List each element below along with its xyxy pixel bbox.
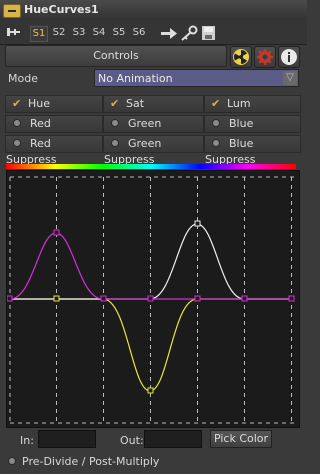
radio-icon [212, 139, 220, 147]
tab-controls[interactable]: Controls [5, 45, 227, 67]
sat-point[interactable] [147, 387, 154, 394]
hue-spectrum-bar [6, 164, 296, 169]
sat-checkbox[interactable]: ✔ Sat [103, 95, 204, 113]
in-label: In: [20, 434, 34, 447]
blue-label: Blue [229, 117, 254, 130]
mode-value: No Animation [98, 72, 173, 85]
slot-s5-button[interactable]: S5 [111, 26, 127, 40]
hue-point[interactable] [288, 295, 295, 302]
pin-icon[interactable] [6, 26, 22, 38]
dropdown-arrow-icon: ▽ [283, 71, 297, 85]
radio-icon [13, 139, 21, 147]
hue-point[interactable] [147, 295, 154, 302]
radio-icon [111, 139, 119, 147]
check-icon: ✔ [110, 97, 120, 110]
hue-label: Hue [28, 97, 51, 110]
lum-checkbox[interactable]: ✔ Lum [204, 95, 301, 113]
sat-label: Sat [126, 97, 145, 110]
red-radio[interactable]: Red [5, 115, 103, 133]
window-title: HueCurves1 [24, 3, 99, 16]
red-suppress-radio[interactable]: Red Suppress [5, 135, 103, 166]
hue-point[interactable] [100, 295, 107, 302]
curve-canvas[interactable] [6, 171, 299, 427]
slot-s4-button[interactable]: S4 [91, 26, 107, 40]
tool-enable-toggle[interactable] [3, 4, 21, 18]
check-icon: ✔ [12, 97, 22, 110]
radio-icon [8, 457, 16, 465]
out-field[interactable] [144, 430, 202, 448]
red-label: Red [30, 117, 51, 130]
sat-point[interactable] [53, 295, 60, 302]
mode-label: Mode [8, 72, 38, 85]
radio-icon [13, 119, 21, 127]
radio-icon [212, 119, 220, 127]
check-icon: ✔ [211, 97, 221, 110]
info-icon[interactable] [278, 46, 300, 68]
slot-s6-button[interactable]: S6 [131, 26, 147, 40]
gear-icon[interactable] [254, 46, 276, 68]
key-icon[interactable] [180, 25, 198, 41]
hue-checkbox[interactable]: ✔ Hue [5, 95, 103, 113]
in-field[interactable] [38, 430, 96, 448]
hue-point[interactable] [6, 295, 13, 302]
radio-icon [111, 119, 119, 127]
hue-point[interactable] [194, 295, 201, 302]
arrow-right-icon[interactable] [160, 25, 178, 41]
premultiply-label: Pre-Divide / Post-Multiply [22, 455, 160, 468]
mode-select[interactable]: No Animation ▽ [94, 69, 299, 87]
curve-editor[interactable] [6, 170, 300, 428]
lum-point[interactable] [194, 220, 201, 227]
lum-label: Lum [227, 97, 251, 110]
slot-s1-button[interactable]: S1 [30, 26, 48, 42]
slot-s3-button[interactable]: S3 [71, 26, 87, 40]
green-suppress-radio[interactable]: Green Suppress [103, 135, 204, 166]
premultiply-checkbox[interactable]: Pre-Divide / Post-Multiply [6, 455, 159, 468]
slot-s2-button[interactable]: S2 [51, 26, 67, 40]
blue-radio[interactable]: Blue [204, 115, 301, 133]
green-radio[interactable]: Green [103, 115, 204, 133]
green-label: Green [128, 117, 162, 130]
out-label: Out: [120, 434, 144, 447]
radiation-icon[interactable] [230, 46, 252, 68]
blue-suppress-radio[interactable]: Blue Suppress [204, 135, 301, 166]
hue-point[interactable] [53, 229, 60, 236]
pick-color-button[interactable]: Pick Color [210, 430, 272, 448]
hue-point[interactable] [241, 295, 248, 302]
save-icon[interactable] [200, 25, 218, 41]
